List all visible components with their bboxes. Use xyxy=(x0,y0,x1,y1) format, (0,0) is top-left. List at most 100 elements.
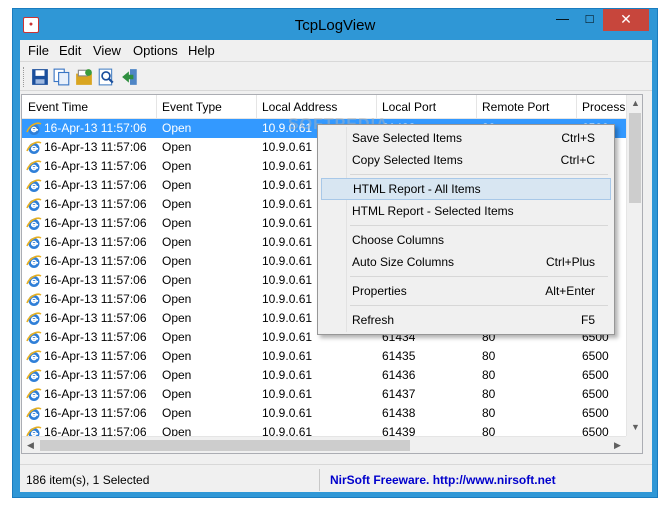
table-row[interactable]: 16-Apr-13 11:57:06 Open 10.9.0.61 61437 80 65… xyxy=(22,385,626,404)
html-report-icon xyxy=(76,69,92,85)
table-cell: 16-Apr-13 11:57:06 xyxy=(44,178,147,192)
table-cell: 16-Apr-13 11:57:06 xyxy=(44,235,147,249)
table-cell: 10.9.0.61 xyxy=(262,387,313,401)
internet-explorer-icon xyxy=(26,122,42,135)
table-cell: Open xyxy=(162,406,192,420)
horizontal-scroll-thumb[interactable] xyxy=(40,440,410,451)
context-menu-item-html-report-all-items[interactable]: HTML Report - All Items xyxy=(321,178,611,200)
menu-help[interactable]: Help xyxy=(188,43,215,58)
exit-icon xyxy=(122,69,137,85)
save-icon xyxy=(32,69,48,85)
scroll-left-arrow-icon[interactable]: ◀ xyxy=(22,437,39,453)
table-cell: Open xyxy=(162,254,192,268)
table-cell: Open xyxy=(162,159,192,173)
table-row[interactable]: 16-Apr-13 11:57:06 Open 10.9.0.61 61435 80 65… xyxy=(22,347,626,366)
table-row[interactable]: 16-Apr-13 11:57:06 Open 10.9.0.61 61438 80 65… xyxy=(22,404,626,423)
toolbar-grip[interactable] xyxy=(23,67,25,87)
save-button[interactable] xyxy=(30,67,50,87)
vertical-scrollbar[interactable]: ▲ ▼ xyxy=(626,95,642,436)
table-cell: 10.9.0.61 xyxy=(262,159,313,173)
context-menu-item-copy-selected-items[interactable]: Copy Selected Items Ctrl+C xyxy=(321,149,611,171)
find-button[interactable] xyxy=(96,67,116,87)
table-cell: Open xyxy=(162,273,192,287)
copy-button[interactable] xyxy=(52,67,72,87)
find-icon xyxy=(98,68,114,86)
table-cell: Open xyxy=(162,368,192,382)
context-menu: Save Selected Items Ctrl+S Copy Selected I… xyxy=(317,124,615,335)
internet-explorer-icon xyxy=(26,312,42,325)
table-cell: 16-Apr-13 11:57:06 xyxy=(44,140,147,154)
table-cell: 16-Apr-13 11:57:06 xyxy=(44,292,147,306)
table-cell: 6500 xyxy=(582,406,609,420)
table-cell: Open xyxy=(162,216,192,230)
context-menu-item-html-report-selected-items[interactable]: HTML Report - Selected Items xyxy=(321,200,611,222)
close-button[interactable]: ✕ xyxy=(603,9,649,31)
menu-bar: File Edit View Options Help xyxy=(20,40,652,60)
table-cell: Open xyxy=(162,140,192,154)
table-cell: Open xyxy=(162,197,192,211)
table-row[interactable]: 16-Apr-13 11:57:06 Open 10.9.0.61 61436 80 65… xyxy=(22,366,626,385)
context-menu-item-shortcut: Ctrl+Plus xyxy=(545,255,595,269)
table-cell: 10.9.0.61 xyxy=(262,349,313,363)
menu-view[interactable]: View xyxy=(93,43,121,58)
internet-explorer-icon xyxy=(26,160,42,173)
table-cell: 16-Apr-13 11:57:06 xyxy=(44,330,147,344)
context-menu-item-label: Properties xyxy=(352,284,407,298)
context-menu-item-save-selected-items[interactable]: Save Selected Items Ctrl+S xyxy=(321,127,611,149)
internet-explorer-icon xyxy=(26,407,42,420)
table-cell: 80 xyxy=(482,368,496,382)
column-header-remote-port[interactable]: Remote Port xyxy=(477,95,577,119)
table-cell: 16-Apr-13 11:57:06 xyxy=(44,387,147,401)
table-cell: 61436 xyxy=(382,368,416,382)
context-menu-item-label: Choose Columns xyxy=(352,233,445,247)
table-cell: 6500 xyxy=(582,368,609,382)
title-bar[interactable]: ● TcpLogView — □ ✕ xyxy=(13,9,657,41)
nirsoft-link[interactable]: NirSoft Freeware. http://www.nirsoft.net xyxy=(330,469,556,491)
horizontal-scrollbar[interactable]: ◀ ▶ xyxy=(22,436,626,453)
table-cell: 10.9.0.61 xyxy=(262,311,313,325)
menu-edit[interactable]: Edit xyxy=(59,43,81,58)
context-menu-item-properties[interactable]: Properties Alt+Enter xyxy=(321,280,611,302)
context-menu-item-shortcut: F5 xyxy=(580,313,595,327)
context-menu-item-label: HTML Report - All Items xyxy=(353,182,481,196)
vertical-scroll-thumb[interactable] xyxy=(629,113,641,203)
table-cell: 16-Apr-13 11:57:06 xyxy=(44,311,147,325)
toolbar xyxy=(20,61,652,91)
internet-explorer-icon xyxy=(26,141,42,154)
table-cell: 10.9.0.61 xyxy=(262,178,313,192)
internet-explorer-icon xyxy=(26,255,42,268)
context-menu-item-shortcut: Ctrl+C xyxy=(560,153,595,167)
column-header-event-type[interactable]: Event Type xyxy=(157,95,257,119)
table-cell: 16-Apr-13 11:57:06 xyxy=(44,349,147,363)
maximize-button[interactable]: □ xyxy=(576,9,603,31)
column-header-local-port[interactable]: Local Port xyxy=(377,95,477,119)
table-cell: 10.9.0.61 xyxy=(262,292,313,306)
context-menu-item-choose-columns[interactable]: Choose Columns xyxy=(321,229,611,251)
table-cell: 61437 xyxy=(382,387,416,401)
menu-options[interactable]: Options xyxy=(133,43,178,58)
column-header-process[interactable]: Process xyxy=(577,95,626,119)
table-cell: Open xyxy=(162,178,192,192)
html-report-button[interactable] xyxy=(74,67,94,87)
table-cell: 16-Apr-13 11:57:06 xyxy=(44,254,147,268)
minimize-button[interactable]: — xyxy=(549,9,576,31)
column-header-event-time[interactable]: Event Time xyxy=(22,95,157,119)
internet-explorer-icon xyxy=(26,331,42,344)
scroll-right-arrow-icon[interactable]: ▶ xyxy=(609,437,626,453)
table-cell: 61435 xyxy=(382,349,416,363)
exit-button[interactable] xyxy=(120,67,140,87)
scroll-down-arrow-icon[interactable]: ▼ xyxy=(627,419,642,436)
internet-explorer-icon xyxy=(26,293,42,306)
context-menu-item-label: Save Selected Items xyxy=(352,131,463,145)
table-cell: 6500 xyxy=(582,387,609,401)
menu-file[interactable]: File xyxy=(28,43,49,58)
context-menu-item-refresh[interactable]: Refresh F5 xyxy=(321,309,611,331)
table-cell: 16-Apr-13 11:57:06 xyxy=(44,216,147,230)
context-menu-item-label: HTML Report - Selected Items xyxy=(352,204,514,218)
context-menu-item-auto-size-columns[interactable]: Auto Size Columns Ctrl+Plus xyxy=(321,251,611,273)
internet-explorer-icon xyxy=(26,274,42,287)
table-cell: 16-Apr-13 11:57:06 xyxy=(44,406,147,420)
table-cell: Open xyxy=(162,121,192,135)
context-menu-item-label: Auto Size Columns xyxy=(352,255,455,269)
scroll-up-arrow-icon[interactable]: ▲ xyxy=(627,95,642,112)
